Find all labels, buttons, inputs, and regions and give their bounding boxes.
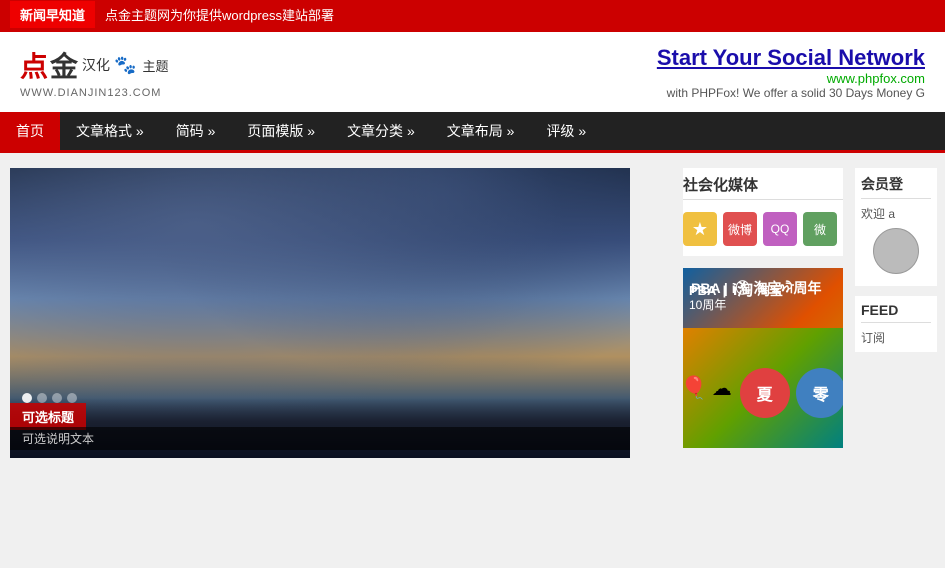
news-label[interactable]: 新闻早知道	[10, 1, 95, 28]
ad-banner-taobao-icon: i淘	[733, 282, 753, 299]
nav-item-page-template[interactable]: 页面模版 »	[231, 112, 331, 150]
nav-item-article-format[interactable]: 文章格式 »	[60, 112, 160, 150]
logo-area: 点 金 汉化 🐾 主题 WWW.DIANJIN123.COM	[20, 45, 168, 99]
nav-item-rating[interactable]: 评级 »	[530, 112, 602, 150]
slide-subtitle: 可选说明文本	[10, 427, 630, 450]
social-icon-wechat[interactable]: 微	[803, 212, 837, 246]
cloud-icon: ☁	[712, 376, 732, 401]
slide-title: 可选标题	[10, 403, 86, 430]
nav-item-article-layout[interactable]: 文章布局 »	[431, 112, 531, 150]
ad-circle-summer: 夏	[740, 368, 790, 418]
main-content: 可选标题 可选说明文本 社会化媒体 ★ 微博 QQ 微 PBA | i淘 淘宝 …	[0, 153, 945, 473]
slide-dots	[22, 393, 77, 403]
social-icon-weibo[interactable]: 微博	[723, 212, 757, 246]
member-title: 会员登	[861, 174, 931, 199]
slide-image	[10, 168, 630, 458]
feed-subscribe[interactable]: 订阅	[861, 329, 931, 346]
content-left: 可选标题 可选说明文本	[10, 168, 675, 458]
ad-banner-taobao-label: 淘宝	[757, 283, 783, 298]
logo-zhuiti: 主题	[142, 56, 168, 75]
ad-circle-zero: 零	[796, 368, 843, 418]
nav-item-home[interactable]: 首页	[0, 112, 60, 150]
member-welcome: 欢迎 a	[861, 205, 931, 222]
nav-item-shortcode[interactable]: 简码 »	[160, 112, 232, 150]
member-section: 会员登 欢迎 a	[855, 168, 937, 286]
logo-url: WWW.DIANJIN123.COM	[20, 87, 161, 99]
logo-jin: 金	[50, 45, 78, 85]
top-bar: 新闻早知道 点金主题网为你提供wordpress建站部署	[0, 0, 945, 28]
sidebar-middle: 社会化媒体 ★ 微博 QQ 微 PBA | i淘 淘宝 10周年 🎈 ☁	[675, 168, 851, 458]
logo-dian: 点	[20, 45, 48, 85]
logo-main: 点 金 汉化 🐾 主题	[20, 45, 168, 85]
ad-banner-anniversary: 10周年	[689, 296, 726, 313]
ad-title[interactable]: Start Your Social Network	[657, 45, 925, 71]
top-bar-slogan: 点金主题网为你提供wordpress建站部署	[105, 5, 334, 24]
header: 点 金 汉化 🐾 主题 WWW.DIANJIN123.COM Start You…	[0, 32, 945, 112]
member-avatar	[873, 228, 919, 274]
social-icon-star[interactable]: ★	[683, 212, 717, 246]
ad-url[interactable]: www.phpfox.com	[657, 71, 925, 86]
slide-dot-1[interactable]	[22, 393, 32, 403]
ad-banner[interactable]: PBA | i淘 淘宝 10周年 🎈 ☁ 夏 零	[683, 268, 843, 448]
social-media-section: 社会化媒体 ★ 微博 QQ 微	[683, 168, 843, 256]
social-media-title: 社会化媒体	[683, 168, 843, 200]
slide-dot-3[interactable]	[52, 393, 62, 403]
feed-section: FEED 订阅	[855, 296, 937, 352]
feed-title: FEED	[861, 302, 931, 323]
logo-hanhua: 汉化	[82, 55, 110, 75]
social-icon-qq[interactable]: QQ	[763, 212, 797, 246]
balloon-icon: 🎈	[683, 375, 708, 401]
slideshow: 可选标题 可选说明文本	[10, 168, 630, 458]
nav-item-article-category[interactable]: 文章分类 »	[331, 112, 431, 150]
nav-bar: 首页 文章格式 » 简码 » 页面模版 » 文章分类 » 文章布局 » 评级 »	[0, 112, 945, 150]
logo-paw-icon: 🐾	[114, 55, 136, 76]
slide-dot-4[interactable]	[67, 393, 77, 403]
slide-dot-2[interactable]	[37, 393, 47, 403]
sidebar-right: 会员登 欢迎 a FEED 订阅	[851, 168, 941, 458]
ad-banner-inner: 🎈 ☁ 夏 零	[683, 328, 843, 448]
social-icons: ★ 微博 QQ 微	[683, 208, 843, 256]
header-ad: Start Your Social Network www.phpfox.com…	[657, 45, 925, 100]
ad-desc: with PHPFox! We offer a solid 30 Days Mo…	[657, 86, 925, 100]
